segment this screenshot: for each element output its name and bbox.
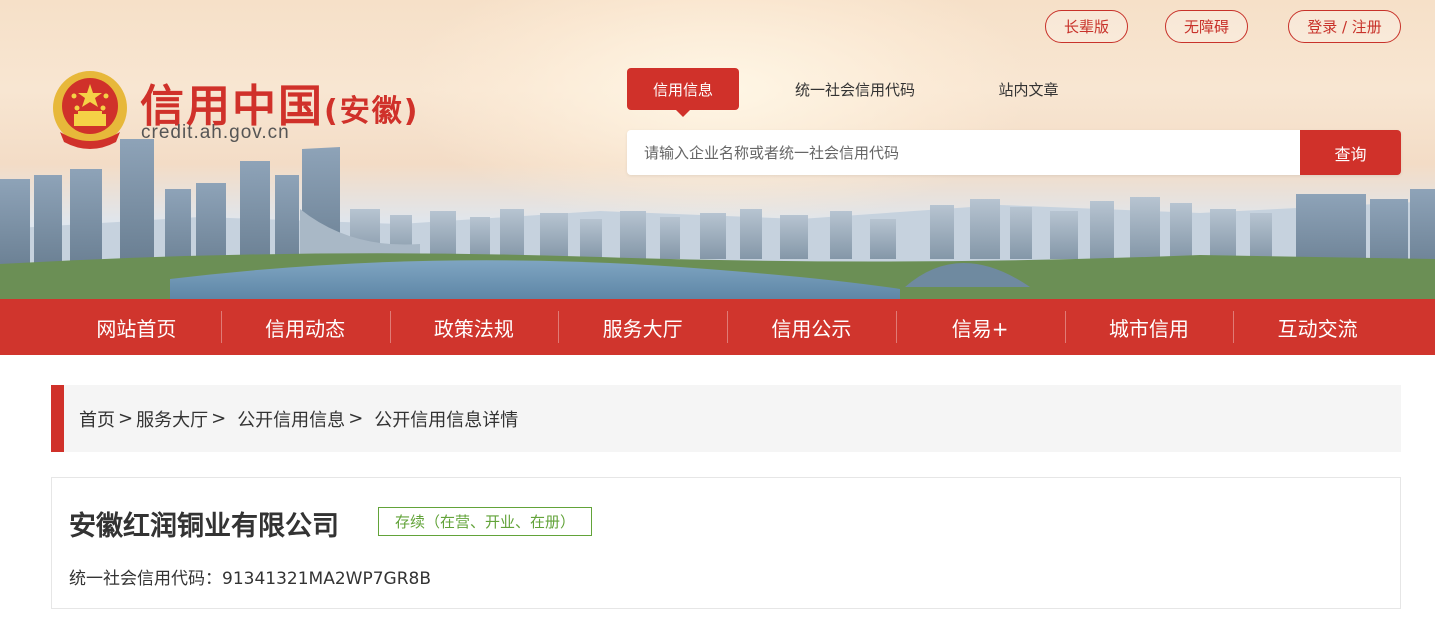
breadcrumb-separator: >: [211, 408, 227, 429]
credit-code-label: 统一社会信用代码：: [69, 569, 222, 589]
nav-item-city-credit[interactable]: 城市信用: [1064, 299, 1234, 355]
search-button[interactable]: 查询: [1300, 130, 1401, 175]
site-domain: credit.ah.gov.cn: [141, 122, 290, 143]
national-emblem-icon: [53, 71, 127, 149]
credit-code-row: 统一社会信用代码：91341321MA2WP7GR8B: [69, 564, 431, 589]
nav-item-credit-news[interactable]: 信用动态: [220, 299, 390, 355]
site-title-paren-open: (: [324, 94, 340, 129]
breadcrumb-separator: >: [118, 408, 134, 429]
main-nav: 网站首页 信用动态 政策法规 服务大厅 信用公示 信易+ 城市信用 互动交流: [0, 299, 1435, 355]
breadcrumb-home[interactable]: 首页: [79, 406, 115, 432]
accessibility-button[interactable]: 无障碍: [1165, 10, 1248, 43]
nav-item-interaction[interactable]: 互动交流: [1233, 299, 1402, 355]
nav-item-policy[interactable]: 政策法规: [389, 299, 559, 355]
company-card: 安徽红润铜业有限公司 存续（在营、开业、在册） 统一社会信用代码：9134132…: [51, 477, 1401, 609]
nav-item-credit-publicity[interactable]: 信用公示: [727, 299, 896, 355]
company-name: 安徽红润铜业有限公司: [69, 511, 339, 542]
site-title-paren-close: ): [403, 94, 420, 129]
breadcrumb-service-hall[interactable]: 服务大厅: [136, 406, 208, 432]
breadcrumb-current: 公开信用信息详情: [374, 409, 519, 431]
site-title-region: 安徽: [339, 94, 404, 129]
nav-item-service-hall[interactable]: 服务大厅: [558, 299, 727, 355]
search-input[interactable]: [627, 130, 1300, 175]
tab-credit-code[interactable]: 统一社会信用代码: [739, 68, 971, 110]
header-banner: 信用中国(安徽) credit.ah.gov.cn 长辈版 无障碍 登录 / 注…: [0, 0, 1435, 299]
nav-item-home[interactable]: 网站首页: [52, 299, 221, 355]
elder-mode-button[interactable]: 长辈版: [1045, 10, 1128, 43]
breadcrumb: 首页 > 服务大厅 > 公开信用信息 > 公开信用信息详情: [51, 385, 1401, 452]
nav-item-xinyi-plus[interactable]: 信易+: [895, 299, 1065, 355]
credit-code-value: 91341321MA2WP7GR8B: [222, 569, 431, 589]
tab-credit-info[interactable]: 信用信息: [627, 68, 739, 117]
search-tabs: 信用信息 统一社会信用代码 站内文章: [627, 68, 1086, 117]
login-register-button[interactable]: 登录 / 注册: [1288, 10, 1401, 43]
search-box: 查询: [627, 130, 1401, 175]
breadcrumb-separator: >: [348, 408, 364, 429]
tab-site-articles[interactable]: 站内文章: [971, 68, 1086, 110]
status-badge: 存续（在营、开业、在册）: [378, 507, 592, 536]
breadcrumb-public-credit-info[interactable]: 公开信用信息: [237, 406, 345, 432]
